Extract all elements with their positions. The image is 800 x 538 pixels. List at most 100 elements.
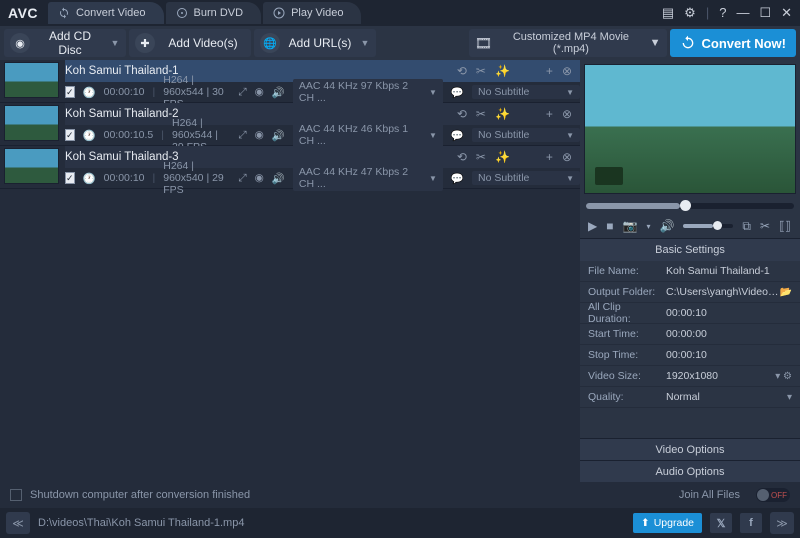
- cut-icon[interactable]: ✂: [476, 150, 486, 164]
- conversion-footer: Shutdown computer after conversion finis…: [0, 482, 800, 508]
- settings-header: Basic Settings: [580, 239, 800, 261]
- clock-icon: 🕐: [83, 172, 96, 185]
- refresh-icon[interactable]: ⟲: [457, 150, 467, 164]
- tab-convert-video[interactable]: Convert Video: [48, 2, 164, 24]
- shutdown-checkbox[interactable]: [10, 489, 22, 501]
- subtitle-icon: 💬: [451, 129, 464, 142]
- refresh-icon[interactable]: ⟲: [457, 64, 467, 78]
- video-list: Koh Samui Thailand-1⟲✂✨+⊗ ✓🕐00:00:10|H26…: [0, 60, 580, 482]
- popout-icon[interactable]: ⧉: [742, 219, 751, 234]
- audio-track-select[interactable]: AAC 44 KHz 47 Kbps 2 CH ...▼: [293, 165, 443, 191]
- speaker-icon: 🔊: [272, 86, 285, 99]
- quality-select[interactable]: Normal: [666, 391, 787, 403]
- subtitle-icon: 💬: [451, 172, 464, 185]
- convert-now-button[interactable]: Convert Now!: [670, 29, 797, 57]
- start-time-field[interactable]: 00:00:00: [666, 328, 792, 340]
- expand-icon[interactable]: ⤢: [238, 86, 246, 99]
- play-icon[interactable]: ▶: [588, 219, 597, 233]
- file-name-field[interactable]: Koh Samui Thailand-1: [666, 265, 792, 277]
- status-bar: ≪ D:\videos\Thai\Koh Samui Thailand-1.mp…: [0, 508, 800, 538]
- gear-icon[interactable]: ⚙: [684, 5, 696, 21]
- tab-label: Play Video: [291, 7, 343, 19]
- app-logo: AVC: [8, 5, 38, 21]
- refresh-icon[interactable]: ⟲: [457, 107, 467, 121]
- preview-icon[interactable]: ◉: [255, 86, 264, 98]
- list-item[interactable]: Koh Samui Thailand-2⟲✂✨+⊗ ✓🕐00:00:10.5|H…: [0, 103, 580, 146]
- clock-icon: 🕐: [83, 86, 96, 99]
- cut-icon[interactable]: ✂: [476, 64, 486, 78]
- subtitle-icon: 💬: [451, 86, 464, 99]
- thumbnail: [4, 62, 59, 98]
- prev-button[interactable]: ≪: [6, 512, 30, 534]
- add-icon[interactable]: +: [546, 64, 553, 78]
- next-button[interactable]: ≫: [770, 512, 794, 534]
- minimize-icon[interactable]: —: [736, 5, 749, 21]
- snapshot-icon[interactable]: 📷: [622, 219, 637, 233]
- add-cd-disc-button[interactable]: ◉Add CD Disc▼: [4, 29, 126, 57]
- effects-icon[interactable]: ✨: [495, 150, 510, 164]
- audio-track-select[interactable]: AAC 44 KHz 97 Kbps 2 CH ...▼: [293, 79, 443, 105]
- output-profile-select[interactable]: 🎞Customized MP4 Movie (*.mp4)▼: [469, 29, 667, 57]
- checkbox[interactable]: ✓: [65, 172, 75, 184]
- upload-icon: ⬆: [641, 517, 650, 529]
- video-size-select[interactable]: 1920x1080: [666, 370, 775, 382]
- file-path: D:\videos\Thai\Koh Samui Thailand-1.mp4: [38, 517, 244, 529]
- volume-slider[interactable]: [683, 224, 733, 228]
- maximize-icon[interactable]: ☐: [759, 5, 771, 21]
- subtitle-select[interactable]: No Subtitle▼: [472, 171, 580, 185]
- side-panel: ▶ ■ 📷▾ 🔊 ⧉ ✂ ⟦⟧ Basic Settings File Name…: [580, 60, 800, 482]
- volume-icon[interactable]: 🔊: [659, 219, 674, 233]
- subtitle-select[interactable]: No Subtitle▼: [472, 85, 580, 99]
- speaker-icon: 🔊: [272, 172, 285, 185]
- twitter-icon[interactable]: 𝕏: [710, 513, 732, 533]
- remove-icon[interactable]: ⊗: [562, 107, 572, 121]
- facebook-icon[interactable]: f: [740, 513, 762, 533]
- add-icon[interactable]: +: [546, 107, 553, 121]
- output-folder-field[interactable]: C:\Users\yangh\Videos...: [666, 286, 780, 298]
- add-videos-button[interactable]: ✚Add Video(s): [129, 29, 251, 57]
- close-icon[interactable]: ✕: [781, 5, 792, 21]
- tab-burn-dvd[interactable]: Burn DVD: [166, 2, 262, 24]
- film-icon: 🎞: [475, 35, 493, 52]
- globe-icon: 🌐: [260, 33, 280, 53]
- subtitle-select[interactable]: No Subtitle▼: [472, 128, 580, 142]
- thumbnail: [4, 148, 59, 184]
- audio-options-section[interactable]: Audio Options: [580, 460, 800, 482]
- disc-icon: ◉: [10, 33, 30, 53]
- tab-label: Convert Video: [76, 7, 146, 19]
- folder-browse-icon[interactable]: 📂: [780, 287, 792, 298]
- effects-icon[interactable]: ✨: [495, 64, 510, 78]
- help-icon[interactable]: ?: [719, 5, 726, 21]
- join-files-toggle[interactable]: OFF: [756, 488, 790, 502]
- preview-icon[interactable]: ◉: [255, 172, 264, 184]
- checkbox[interactable]: ✓: [65, 86, 75, 98]
- checkbox[interactable]: ✓: [65, 129, 75, 141]
- list-item[interactable]: Koh Samui Thailand-1⟲✂✨+⊗ ✓🕐00:00:10|H26…: [0, 60, 580, 103]
- toolbar: ◉Add CD Disc▼ ✚Add Video(s) 🌐Add URL(s)▼…: [0, 26, 800, 60]
- remove-icon[interactable]: ⊗: [562, 150, 572, 164]
- video-add-icon: ✚: [135, 33, 155, 53]
- upgrade-button[interactable]: ⬆Upgrade: [633, 513, 702, 533]
- add-urls-button[interactable]: 🌐Add URL(s)▼: [254, 29, 376, 57]
- tab-play-video[interactable]: Play Video: [263, 2, 361, 24]
- clock-icon: 🕐: [83, 129, 96, 142]
- tab-label: Burn DVD: [194, 7, 244, 19]
- expand-icon[interactable]: ⤢: [238, 129, 246, 142]
- expand-icon[interactable]: ⤢: [238, 172, 246, 185]
- add-icon[interactable]: +: [546, 150, 553, 164]
- layout-icon[interactable]: ▤: [662, 5, 674, 21]
- stop-icon[interactable]: ■: [606, 219, 613, 233]
- effects-icon[interactable]: ✨: [495, 107, 510, 121]
- cut-icon[interactable]: ✂: [476, 107, 486, 121]
- video-preview[interactable]: [584, 64, 796, 194]
- remove-icon[interactable]: ⊗: [562, 64, 572, 78]
- trim-icon[interactable]: ✂: [760, 219, 770, 233]
- timeline-slider[interactable]: [580, 198, 800, 214]
- video-options-section[interactable]: Video Options: [580, 438, 800, 460]
- list-item[interactable]: Koh Samui Thailand-3⟲✂✨+⊗ ✓🕐00:00:10|H26…: [0, 146, 580, 189]
- bracket-icon[interactable]: ⟦⟧: [779, 219, 791, 233]
- gear-icon[interactable]: ⚙: [783, 371, 792, 382]
- preview-icon[interactable]: ◉: [255, 129, 264, 141]
- audio-track-select[interactable]: AAC 44 KHz 46 Kbps 1 CH ...▼: [293, 122, 443, 148]
- stop-time-field[interactable]: 00:00:10: [666, 349, 792, 361]
